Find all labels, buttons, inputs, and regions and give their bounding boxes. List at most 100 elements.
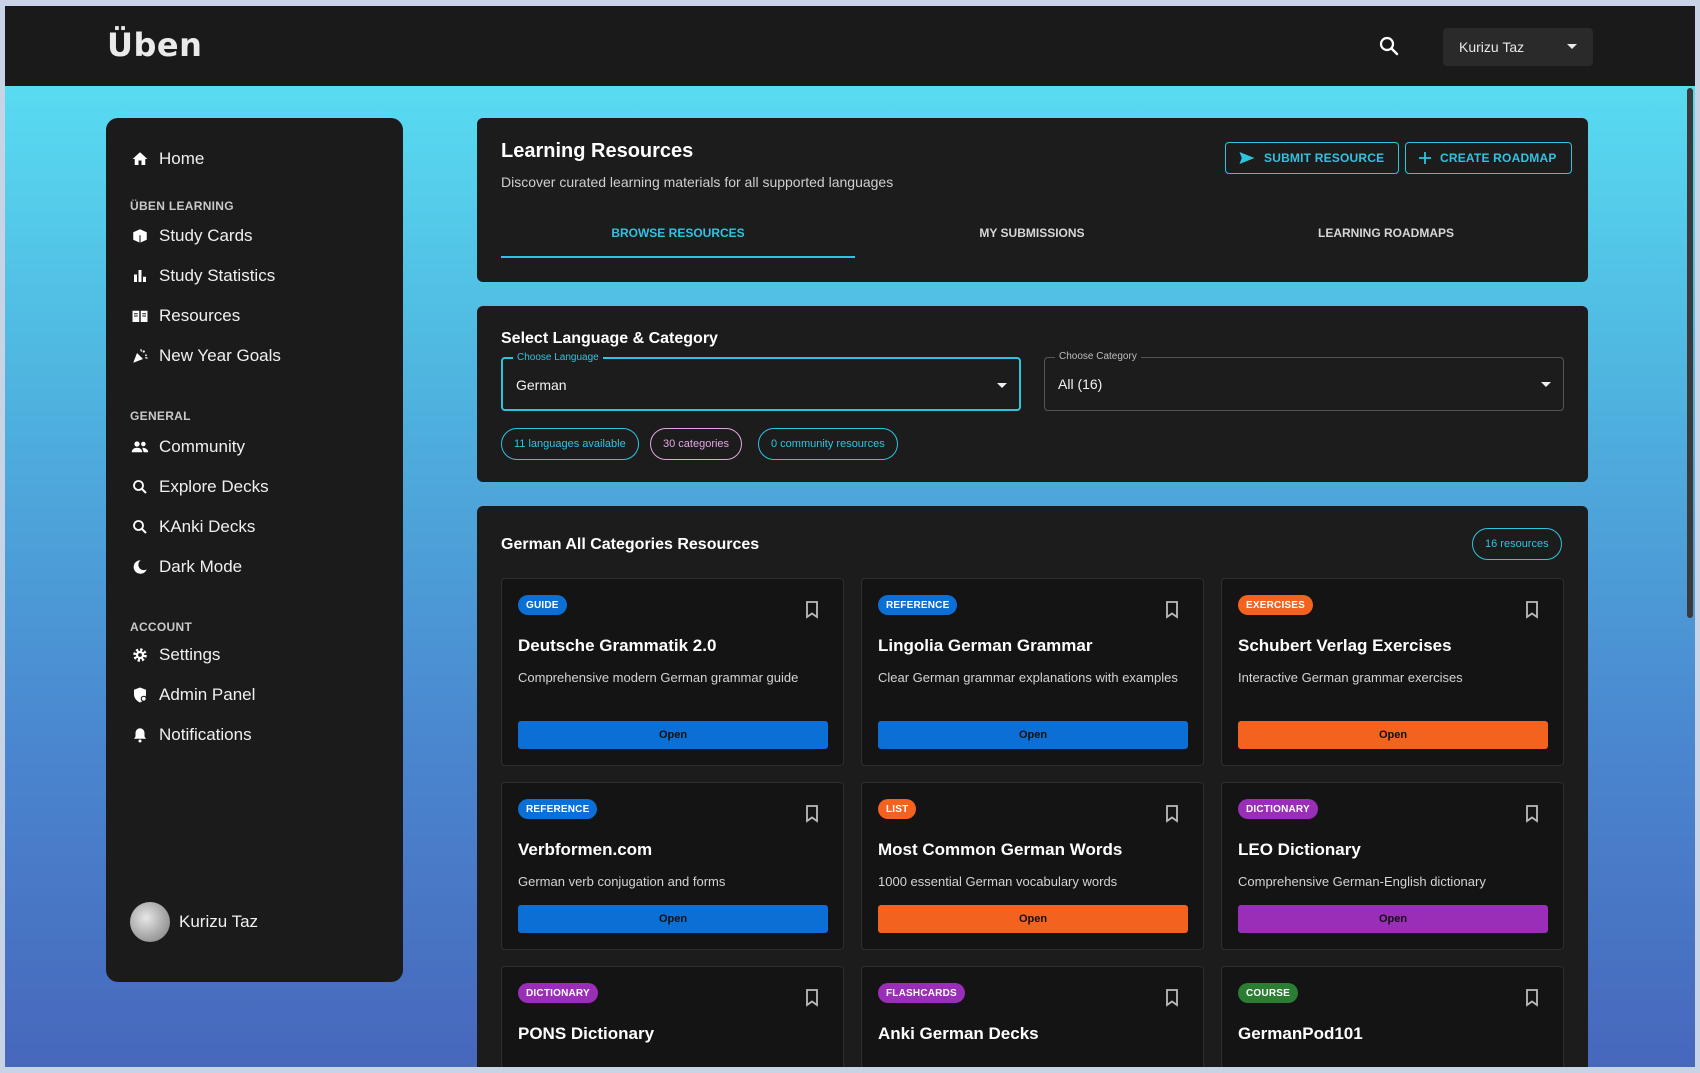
sidebar-item-study-cards[interactable]: Study Cards — [130, 220, 380, 252]
app-logo[interactable]: Üben — [107, 26, 202, 64]
resource-title: Most Common German Words — [878, 840, 1123, 859]
sidebar-item-label: Admin Panel — [159, 685, 256, 704]
bookmark-icon[interactable] — [1165, 805, 1181, 825]
bookmark-icon[interactable] — [1525, 805, 1541, 825]
resource-description: Comprehensive German-English dictionary — [1238, 874, 1486, 889]
sidebar-item-label: Explore Decks — [159, 477, 269, 496]
page-title: Learning Resources — [501, 140, 694, 162]
section-account: ACCOUNT — [130, 620, 193, 634]
language-select-label: Choose Language — [513, 352, 603, 363]
create-roadmap-button[interactable]: CREATE ROADMAP — [1405, 142, 1572, 174]
resource-card[interactable]: LIST Most Common German Words 1000 essen… — [861, 782, 1204, 950]
bookmark-icon[interactable] — [1525, 601, 1541, 621]
language-select[interactable]: Choose Language German — [501, 352, 1021, 411]
sidebar-item-label: Settings — [159, 645, 221, 664]
create-roadmap-label: CREATE ROADMAP — [1440, 151, 1557, 165]
sidebar-item-dark-mode[interactable]: Dark Mode — [130, 551, 380, 583]
section-uben-learning: ÜBEN LEARNING — [130, 199, 234, 213]
resource-title: Schubert Verlag Exercises — [1238, 636, 1452, 655]
list-title: German All Categories Resources — [501, 536, 760, 553]
tab-learning-roadmaps[interactable]: LEARNING ROADMAPS — [1209, 226, 1563, 246]
open-resource-button[interactable]: Open — [518, 905, 828, 933]
avatar — [130, 902, 170, 942]
bookmark-icon[interactable] — [1165, 601, 1181, 621]
resource-card[interactable]: GUIDE Deutsche Grammatik 2.0 Comprehensi… — [501, 578, 844, 766]
sidebar-item-explore-decks[interactable]: Explore Decks — [130, 471, 380, 503]
user-menu-name: Kurizu Taz — [1459, 39, 1525, 55]
open-resource-button[interactable]: Open — [1238, 905, 1548, 933]
user-menu-select[interactable]: Kurizu Taz — [1443, 28, 1593, 66]
resource-badge: LIST — [878, 799, 917, 819]
bookmark-icon[interactable] — [805, 805, 821, 825]
section-general: GENERAL — [130, 409, 191, 423]
resource-description: Interactive German grammar exercises — [1238, 670, 1463, 685]
active-tab-indicator — [501, 256, 855, 258]
sidebar-item-study-statistics[interactable]: Study Statistics — [130, 260, 380, 292]
language-select-value: German — [516, 377, 567, 393]
resource-badge: DICTIONARY — [1238, 799, 1318, 819]
open-resource-button[interactable]: Open — [878, 721, 1188, 749]
chevron-down-icon — [1567, 44, 1577, 49]
tab-my-submissions[interactable]: MY SUBMISSIONS — [855, 226, 1209, 246]
sidebar-item-label: KAnki Decks — [159, 517, 256, 536]
bookmark-icon[interactable] — [1165, 989, 1181, 1009]
bookmark-icon[interactable] — [805, 601, 821, 621]
sidebar-item-resources[interactable]: Resources — [130, 300, 380, 332]
submit-resource-label: SUBMIT RESOURCE — [1264, 151, 1385, 165]
sidebar-item-notifications[interactable]: Notifications — [130, 719, 380, 751]
filter-title: Select Language & Category — [501, 330, 718, 347]
search-icon[interactable] — [1377, 34, 1405, 62]
bell-icon — [130, 725, 150, 745]
sidebar-item-label: Community — [159, 437, 245, 456]
sidebar-item-label: New Year Goals — [159, 346, 281, 365]
submit-resource-button[interactable]: SUBMIT RESOURCE — [1225, 142, 1400, 174]
sidebar-item-community[interactable]: Community — [130, 431, 380, 463]
sidebar-item-admin-panel[interactable]: Admin Panel — [130, 679, 380, 711]
resource-badge: COURSE — [1238, 983, 1298, 1003]
learning-resources-panel: Learning Resources Discover curated lear… — [477, 118, 1588, 282]
resource-card[interactable]: FLASHCARDS Anki German Decks — [861, 966, 1204, 1067]
resource-card[interactable]: EXERCISES Schubert Verlag Exercises Inte… — [1221, 578, 1564, 766]
resource-badge: DICTIONARY — [518, 983, 598, 1003]
profile-name: Kurizu Taz — [179, 912, 259, 931]
book-icon — [130, 306, 150, 326]
resource-badge: FLASHCARDS — [878, 983, 965, 1003]
resource-badge: REFERENCE — [878, 595, 958, 615]
bookmark-icon[interactable] — [805, 989, 821, 1009]
top-bar: Üben Kurizu Taz — [5, 6, 1695, 86]
resource-card[interactable]: COURSE GermanPod101 — [1221, 966, 1564, 1067]
resource-card[interactable]: REFERENCE Verbformen.com German verb con… — [501, 782, 844, 950]
sidebar-item-new-year-goals[interactable]: New Year Goals — [130, 340, 380, 372]
sidebar-item-label: Resources — [159, 306, 241, 325]
gear-icon — [130, 645, 150, 665]
community-resources-chip: 0 community resources — [758, 428, 898, 460]
sidebar-item-home[interactable]: Home — [130, 143, 380, 175]
category-select-value: All (16) — [1058, 376, 1103, 392]
resource-badge: GUIDE — [518, 595, 567, 615]
resource-description: Clear German grammar explanations with e… — [878, 670, 1178, 685]
sidebar-item-label: Home — [159, 149, 205, 168]
sidebar-item-label: Notifications — [159, 725, 252, 744]
sidebar-item-label: Study Statistics — [159, 266, 276, 285]
tab-browse-resources[interactable]: BROWSE RESOURCES — [501, 226, 855, 246]
open-resource-button[interactable]: Open — [878, 905, 1188, 933]
resource-card[interactable]: DICTIONARY PONS Dictionary — [501, 966, 844, 1067]
search-icon — [130, 517, 150, 537]
sidebar-item-kanki-decks[interactable]: KAnki Decks — [130, 511, 380, 543]
resource-card[interactable]: REFERENCE Lingolia German Grammar Clear … — [861, 578, 1204, 766]
resource-card[interactable]: DICTIONARY LEO Dictionary Comprehensive … — [1221, 782, 1564, 950]
resource-title: LEO Dictionary — [1238, 840, 1361, 859]
bar-chart-icon — [130, 266, 150, 286]
page-scrollbar[interactable] — [1687, 88, 1693, 618]
plus-icon — [1419, 152, 1431, 164]
category-select[interactable]: Choose Category All (16) — [1044, 351, 1564, 411]
open-resource-button[interactable]: Open — [1238, 721, 1548, 749]
sidebar-profile[interactable]: Kurizu Taz — [130, 902, 258, 942]
category-select-label: Choose Category — [1055, 351, 1141, 362]
send-icon — [1239, 152, 1255, 164]
sidebar-item-settings[interactable]: Settings — [130, 639, 380, 671]
bookmark-icon[interactable] — [1525, 989, 1541, 1009]
open-resource-button[interactable]: Open — [518, 721, 828, 749]
resource-list-panel: German All Categories Resources 16 resou… — [477, 506, 1588, 1067]
chevron-down-icon — [1541, 382, 1551, 387]
